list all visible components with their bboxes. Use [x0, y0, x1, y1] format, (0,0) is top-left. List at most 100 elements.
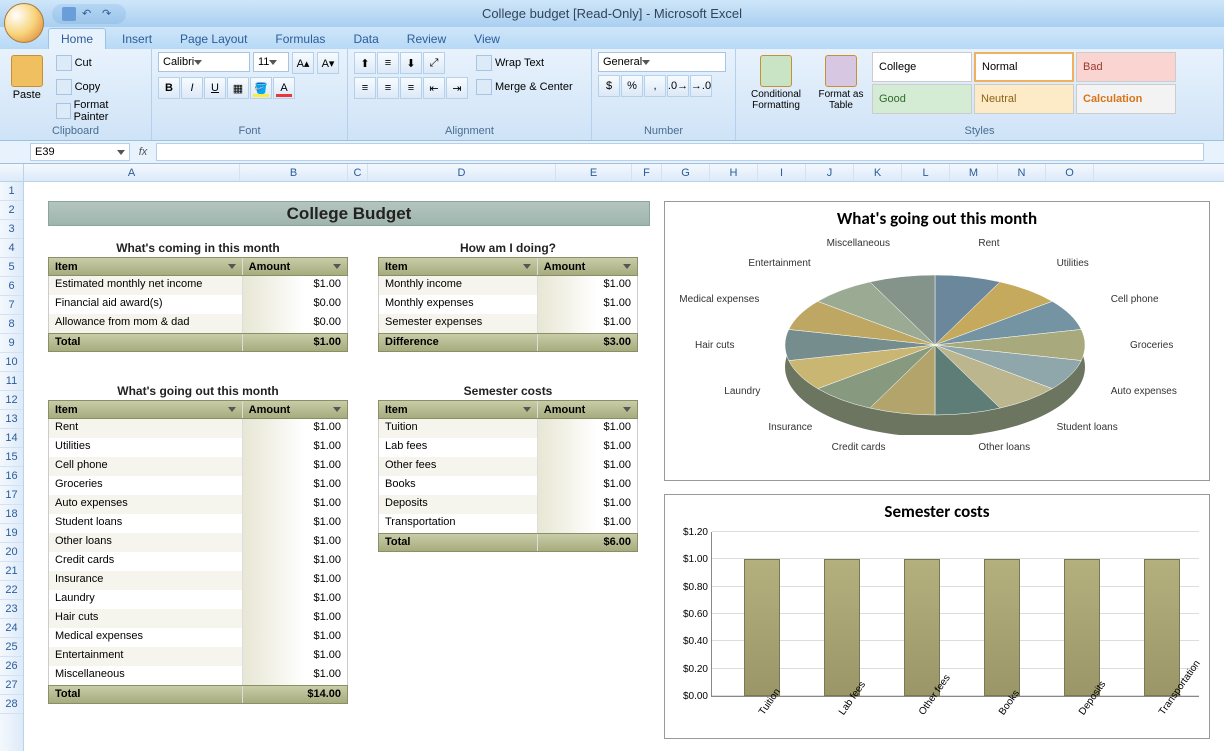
row-header-22[interactable]: 22 [0, 581, 23, 600]
office-button[interactable] [4, 3, 44, 43]
table-row[interactable]: Cell phone$1.00 [48, 457, 348, 476]
table-row[interactable]: Auto expenses$1.00 [48, 495, 348, 514]
row-header-2[interactable]: 2 [0, 201, 23, 220]
chart-pie-outgoing[interactable]: What's going out this month RentUtilitie… [664, 201, 1210, 481]
number-format-select[interactable]: General [598, 52, 726, 72]
table-row[interactable]: Monthly income$1.00 [378, 276, 638, 295]
row-header-20[interactable]: 20 [0, 543, 23, 562]
copy-button[interactable]: Copy [52, 76, 145, 98]
indent-decrease-button[interactable]: ⇤ [423, 77, 445, 99]
filter-icon[interactable] [228, 407, 236, 412]
table-row[interactable]: Medical expenses$1.00 [48, 628, 348, 647]
style-bad[interactable]: Bad [1076, 52, 1176, 82]
paste-button[interactable]: Paste [6, 52, 48, 104]
align-top-button[interactable]: ⬆ [354, 52, 376, 74]
row-header-18[interactable]: 18 [0, 505, 23, 524]
table-row[interactable]: Hair cuts$1.00 [48, 609, 348, 628]
row-header-9[interactable]: 9 [0, 334, 23, 353]
row-header-21[interactable]: 21 [0, 562, 23, 581]
col-header-M[interactable]: M [950, 164, 998, 181]
col-item[interactable]: Item [379, 401, 538, 418]
save-icon[interactable] [62, 7, 76, 21]
table-row[interactable]: Tuition$1.00 [378, 419, 638, 438]
row-header-6[interactable]: 6 [0, 277, 23, 296]
col-amount[interactable]: Amount [538, 258, 637, 275]
format-as-table-button[interactable]: Format as Table [814, 52, 868, 114]
row-header-3[interactable]: 3 [0, 220, 23, 239]
undo-icon[interactable]: ↶ [82, 7, 96, 21]
row-header-26[interactable]: 26 [0, 657, 23, 676]
col-header-L[interactable]: L [902, 164, 950, 181]
align-left-button[interactable]: ≡ [354, 77, 376, 99]
col-header-H[interactable]: H [710, 164, 758, 181]
style-neutral[interactable]: Neutral [974, 84, 1074, 114]
tab-review[interactable]: Review [395, 29, 458, 49]
row-header-25[interactable]: 25 [0, 638, 23, 657]
increase-decimal-button[interactable]: .0→ [667, 75, 689, 97]
wrap-text-button[interactable]: Wrap Text [472, 52, 577, 74]
filter-icon[interactable] [623, 407, 631, 412]
row-header-28[interactable]: 28 [0, 695, 23, 714]
table-row[interactable]: Other loans$1.00 [48, 533, 348, 552]
border-button[interactable]: ▦ [227, 77, 249, 99]
format-painter-button[interactable]: Format Painter [52, 100, 145, 122]
align-middle-button[interactable]: ≡ [377, 52, 399, 74]
col-header-D[interactable]: D [368, 164, 556, 181]
row-header-17[interactable]: 17 [0, 486, 23, 505]
align-right-button[interactable]: ≡ [400, 77, 422, 99]
fill-color-button[interactable]: 🪣 [250, 77, 272, 99]
col-header-F[interactable]: F [632, 164, 662, 181]
col-amount[interactable]: Amount [243, 401, 347, 418]
underline-button[interactable]: U [204, 77, 226, 99]
chart-bar-semester[interactable]: Semester costs $0.00$0.20$0.40$0.60$0.80… [664, 494, 1210, 739]
tab-data[interactable]: Data [341, 29, 390, 49]
redo-icon[interactable]: ↷ [102, 7, 116, 21]
filter-icon[interactable] [333, 407, 341, 412]
row-header-27[interactable]: 27 [0, 676, 23, 695]
row-header-7[interactable]: 7 [0, 296, 23, 315]
comma-button[interactable]: , [644, 75, 666, 97]
name-box[interactable]: E39 [30, 143, 130, 161]
table-row[interactable]: Financial aid award(s)$0.00 [48, 295, 348, 314]
col-item[interactable]: Item [379, 258, 538, 275]
merge-center-button[interactable]: Merge & Center [472, 76, 577, 98]
row-header-8[interactable]: 8 [0, 315, 23, 334]
bold-button[interactable]: B [158, 77, 180, 99]
style-good[interactable]: Good [872, 84, 972, 114]
tab-home[interactable]: Home [48, 28, 106, 49]
font-color-button[interactable]: A [273, 77, 295, 99]
table-row[interactable]: Books$1.00 [378, 476, 638, 495]
row-header-1[interactable]: 1 [0, 182, 23, 201]
align-center-button[interactable]: ≡ [377, 77, 399, 99]
currency-button[interactable]: $ [598, 75, 620, 97]
row-header-11[interactable]: 11 [0, 372, 23, 391]
col-item[interactable]: Item [49, 258, 243, 275]
row-header-16[interactable]: 16 [0, 467, 23, 486]
sheet-canvas[interactable]: College Budget What's coming in this mon… [24, 182, 1224, 751]
table-row[interactable]: Deposits$1.00 [378, 495, 638, 514]
orientation-button[interactable]: ⤢ [423, 52, 445, 74]
col-header-O[interactable]: O [1046, 164, 1094, 181]
filter-icon[interactable] [523, 407, 531, 412]
row-header-13[interactable]: 13 [0, 410, 23, 429]
row-header-23[interactable]: 23 [0, 600, 23, 619]
col-amount[interactable]: Amount [243, 258, 347, 275]
table-row[interactable]: Entertainment$1.00 [48, 647, 348, 666]
row-headers[interactable]: 1234567891011121314151617181920212223242… [0, 182, 24, 751]
row-header-24[interactable]: 24 [0, 619, 23, 638]
italic-button[interactable]: I [181, 77, 203, 99]
col-header-B[interactable]: B [240, 164, 348, 181]
tab-insert[interactable]: Insert [110, 29, 164, 49]
style-calculation[interactable]: Calculation [1076, 84, 1176, 114]
row-header-4[interactable]: 4 [0, 239, 23, 258]
shrink-font-button[interactable]: A▾ [317, 52, 339, 74]
col-header-A[interactable]: A [24, 164, 240, 181]
col-amount[interactable]: Amount [538, 401, 637, 418]
table-row[interactable]: Utilities$1.00 [48, 438, 348, 457]
align-bottom-button[interactable]: ⬇ [400, 52, 422, 74]
filter-icon[interactable] [623, 264, 631, 269]
col-header-N[interactable]: N [998, 164, 1046, 181]
table-row[interactable]: Transportation$1.00 [378, 514, 638, 533]
tab-formulas[interactable]: Formulas [263, 29, 337, 49]
table-row[interactable]: Student loans$1.00 [48, 514, 348, 533]
